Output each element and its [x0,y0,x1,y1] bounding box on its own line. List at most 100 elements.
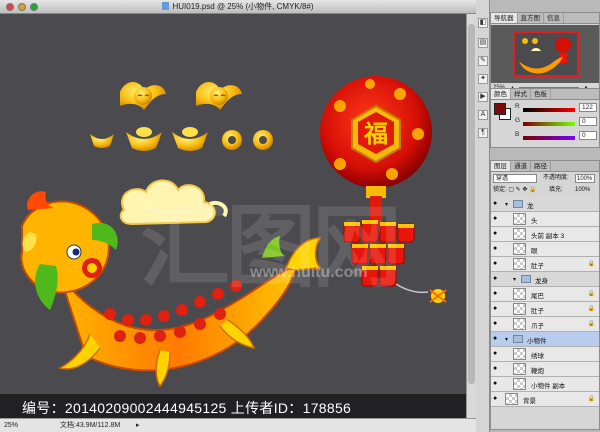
bat-left [120,82,166,110]
tools-icon[interactable]: ✎ [478,56,488,66]
layer-thumbnail [513,228,526,240]
character-icon[interactable]: A [478,110,488,120]
actions-icon[interactable]: ▶ [478,92,488,102]
visibility-eye-icon[interactable]: ● [493,380,501,388]
red-slider[interactable] [523,108,575,112]
layer-name: 龙身 [535,278,548,285]
layer-row[interactable]: ● 头前 副本 3 [491,227,599,242]
layer-row[interactable]: ● 肚子 🔒 [491,257,599,272]
lock-label: 锁定: [493,187,507,193]
layer-name: 头 [531,218,538,225]
layer-name: 绣球 [531,353,544,360]
visibility-eye-icon[interactable]: ● [493,215,501,223]
navigator-thumbnail [519,37,571,74]
tab-histogram[interactable]: 直方图 [518,13,544,23]
blue-slider[interactable] [523,136,575,140]
green-value[interactable]: 0 [579,117,597,126]
layer-thumbnail [513,258,526,270]
watermark-caption: 编号：20140209002444945125 上传者ID：178856 [22,400,352,416]
tab-layers[interactable]: 图层 [491,161,511,171]
layer-row[interactable]: ● 尾巴 🔒 [491,287,599,302]
tab-color[interactable]: 颜色 [491,89,511,99]
opacity-label: 不透明度: [543,175,569,181]
document-size[interactable]: 文档:43.9M/112.8M [60,419,120,432]
canvas[interactable]: 福 汇图网 www.huitu.com [0,14,476,418]
tab-info[interactable]: 信息 [544,13,564,23]
layer-name: 头前 副本 3 [531,233,565,240]
layer-row[interactable]: ● 小物件 副本 [491,377,599,392]
watermark-logo: 汇图网 [140,198,402,298]
navigator-toggle-icon[interactable]: ◧ [478,18,488,28]
lock-icons[interactable]: ▢ ✎ ✥ 🔒 [508,187,536,193]
layer-row[interactable]: ● 头 [491,212,599,227]
layer-name: 肚子 [531,308,544,315]
visibility-eye-icon[interactable]: ● [493,305,501,313]
layer-row[interactable]: ● 绣球 [491,347,599,362]
tab-swatches[interactable]: 色板 [531,89,551,99]
expand-triangle-icon[interactable]: ▾ [505,201,508,208]
green-slider-row: G 0 [515,117,599,129]
layer-group-row[interactable]: ● ▾ 龙身 [491,272,599,287]
layer-name: 小物件 副本 [531,383,566,390]
foreground-color-swatch[interactable] [494,103,506,115]
paragraph-icon[interactable]: ¶ [478,128,488,138]
document-title: HUI019.psd @ 25% (小物件, CMYK/8#) [172,2,314,11]
expand-triangle-icon[interactable]: ▾ [505,336,508,343]
visibility-eye-icon[interactable]: ● [493,365,501,373]
tab-styles[interactable]: 样式 [511,89,531,99]
color-tabs: 颜色 样式 色板 [491,89,599,100]
tab-channels[interactable]: 通道 [511,161,531,171]
visibility-eye-icon[interactable]: ● [493,395,501,403]
layer-group-row[interactable]: ● ▾ 龙 [491,197,599,212]
brush-icon[interactable]: ✦ [478,74,488,84]
red-value[interactable]: 122 [579,103,597,112]
lock-icon: 🔒 [587,396,595,402]
visibility-eye-icon[interactable]: ● [493,290,501,298]
visibility-eye-icon[interactable]: ● [493,230,501,238]
red-slider-row: R 122 [515,103,599,115]
tab-navigator[interactable]: 导航器 [491,13,518,23]
expand-triangle-icon[interactable]: ▾ [513,276,516,283]
scrollbar-thumb[interactable] [468,24,475,384]
visibility-eye-icon[interactable]: ● [493,275,501,283]
navigator-preview[interactable] [491,25,599,83]
watermark-url: www.huitu.com [250,264,368,281]
psd-file-icon [162,2,170,10]
close-button[interactable] [6,3,14,11]
zoom-button[interactable] [30,3,38,11]
navigator-tabs: 导航器 直方图 信息 [491,13,599,24]
layer-row[interactable]: ● 爪子 🔒 [491,317,599,332]
minimize-button[interactable] [18,3,26,11]
fill-input[interactable]: 100% [575,185,590,195]
blend-mode-select[interactable]: 穿透 [493,174,537,183]
layer-name: 尾巴 [531,293,544,300]
opacity-input[interactable]: 100% [575,174,595,183]
blue-slider-row: B 0 [515,131,599,143]
visibility-eye-icon[interactable]: ● [493,350,501,358]
folder-icon [513,335,523,343]
layer-thumbnail [513,213,526,225]
visibility-eye-icon[interactable]: ● [493,245,501,253]
layer-thumbnail [513,288,526,300]
zoom-readout[interactable]: 25% [4,419,18,432]
visibility-eye-icon[interactable]: ● [493,320,501,328]
visibility-eye-icon[interactable]: ● [493,335,501,343]
layer-row[interactable]: ● 眼 [491,242,599,257]
document-title-bar[interactable]: HUI019.psd @ 25% (小物件, CMYK/8#) [0,0,476,14]
canvas-scrollbar[interactable] [466,14,476,418]
visibility-eye-icon[interactable]: ● [493,260,501,268]
layer-name: 龙 [527,203,534,210]
layer-thumbnail [513,348,526,360]
layer-row[interactable]: ● 鞭炮 [491,362,599,377]
navigator-view-box[interactable] [513,31,579,77]
tab-paths[interactable]: 路径 [531,161,551,171]
blue-value[interactable]: 0 [579,131,597,140]
layer-row[interactable]: ● 肚子 🔒 [491,302,599,317]
layer-group-row[interactable]: ● ▾ 小物件 [491,332,599,347]
status-menu-icon[interactable]: ▸ [136,419,140,432]
green-slider[interactable] [523,122,575,126]
visibility-eye-icon[interactable]: ● [493,200,501,208]
history-icon[interactable]: ▤ [478,38,488,48]
layer-row[interactable]: ● 背景 🔒 [491,392,599,407]
layer-thumbnail [513,318,526,330]
